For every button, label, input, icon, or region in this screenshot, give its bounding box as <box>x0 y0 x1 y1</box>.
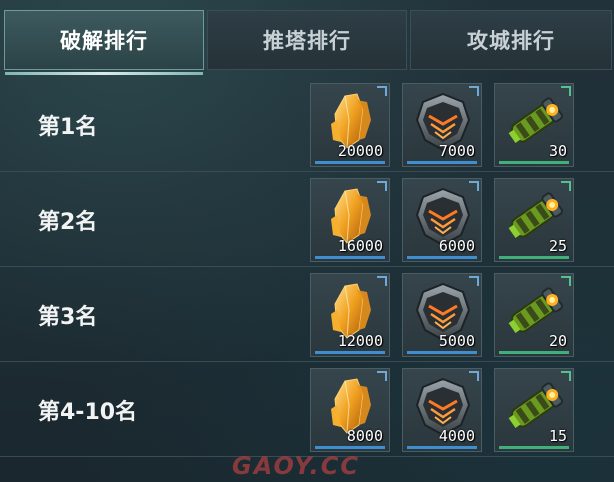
ranking-row: 第4-10名 8000 4000 15 <box>0 363 614 457</box>
rarity-corner-marker <box>561 276 571 286</box>
rarity-bar <box>315 351 385 354</box>
reward-quantity: 20 <box>548 332 567 350</box>
rarity-corner-marker <box>561 371 571 381</box>
rarity-corner-marker <box>377 371 387 381</box>
rarity-corner-marker <box>377 276 387 286</box>
tab-crack-ranking[interactable]: 破解排行 <box>4 10 204 75</box>
reward-quantity: 4000 <box>438 427 475 445</box>
tab-label: 破解排行 <box>60 29 148 53</box>
reward-item[interactable]: 8000 <box>310 368 390 452</box>
rarity-bar <box>407 161 477 164</box>
rarity-corner-marker <box>469 276 479 286</box>
reward-item[interactable]: 5000 <box>402 273 482 357</box>
reward-quantity: 16000 <box>337 237 383 255</box>
tab-siege-ranking[interactable]: 攻城排行 <box>410 10 612 70</box>
watermark: GAOY.CC <box>232 452 360 480</box>
ranking-row: 第3名 12000 5000 20 <box>0 268 614 362</box>
reward-quantity: 12000 <box>337 332 383 350</box>
reward-item[interactable]: 16000 <box>310 178 390 262</box>
reward-item[interactable]: 20000 <box>310 83 390 167</box>
rarity-bar <box>499 351 569 354</box>
reward-item[interactable]: 12000 <box>310 273 390 357</box>
ranking-row: 第2名 16000 6000 25 <box>0 173 614 267</box>
reward-quantity: 6000 <box>438 237 475 255</box>
reward-quantity: 20000 <box>337 142 383 160</box>
reward-item[interactable]: 25 <box>494 178 574 262</box>
rarity-bar <box>499 446 569 449</box>
rarity-corner-marker <box>469 181 479 191</box>
reward-quantity: 5000 <box>438 332 475 350</box>
reward-quantity: 15 <box>548 427 567 445</box>
rarity-bar <box>499 256 569 259</box>
reward-quantity: 30 <box>548 142 567 160</box>
tab-label: 推塔排行 <box>263 29 351 53</box>
rarity-corner-marker <box>469 86 479 96</box>
reward-item[interactable]: 15 <box>494 368 574 452</box>
reward-quantity: 7000 <box>438 142 475 160</box>
reward-quantity: 8000 <box>346 427 383 445</box>
rank-label: 第1名 <box>38 115 98 140</box>
active-tab-underline <box>5 72 203 75</box>
rarity-corner-marker <box>377 86 387 96</box>
rarity-corner-marker <box>561 181 571 191</box>
reward-item[interactable]: 4000 <box>402 368 482 452</box>
reward-item[interactable]: 7000 <box>402 83 482 167</box>
rank-label: 第3名 <box>38 305 98 330</box>
rarity-corner-marker <box>377 181 387 191</box>
rarity-bar <box>407 256 477 259</box>
reward-item[interactable]: 30 <box>494 83 574 167</box>
rarity-corner-marker <box>469 371 479 381</box>
rarity-bar <box>407 351 477 354</box>
rarity-bar <box>407 446 477 449</box>
tab-label: 攻城排行 <box>467 29 555 53</box>
rarity-bar <box>315 161 385 164</box>
rarity-corner-marker <box>561 86 571 96</box>
rarity-bar <box>315 446 385 449</box>
rarity-bar <box>499 161 569 164</box>
rank-label: 第2名 <box>38 210 98 235</box>
reward-item[interactable]: 20 <box>494 273 574 357</box>
ranking-row: 第1名 20000 7000 30 <box>0 78 614 172</box>
rank-label: 第4-10名 <box>38 400 138 425</box>
tab-tower-ranking[interactable]: 推塔排行 <box>207 10 407 70</box>
reward-quantity: 25 <box>548 237 567 255</box>
reward-item[interactable]: 6000 <box>402 178 482 262</box>
tab-bar: 破解排行 推塔排行 攻城排行 <box>4 10 612 76</box>
rarity-bar <box>315 256 385 259</box>
